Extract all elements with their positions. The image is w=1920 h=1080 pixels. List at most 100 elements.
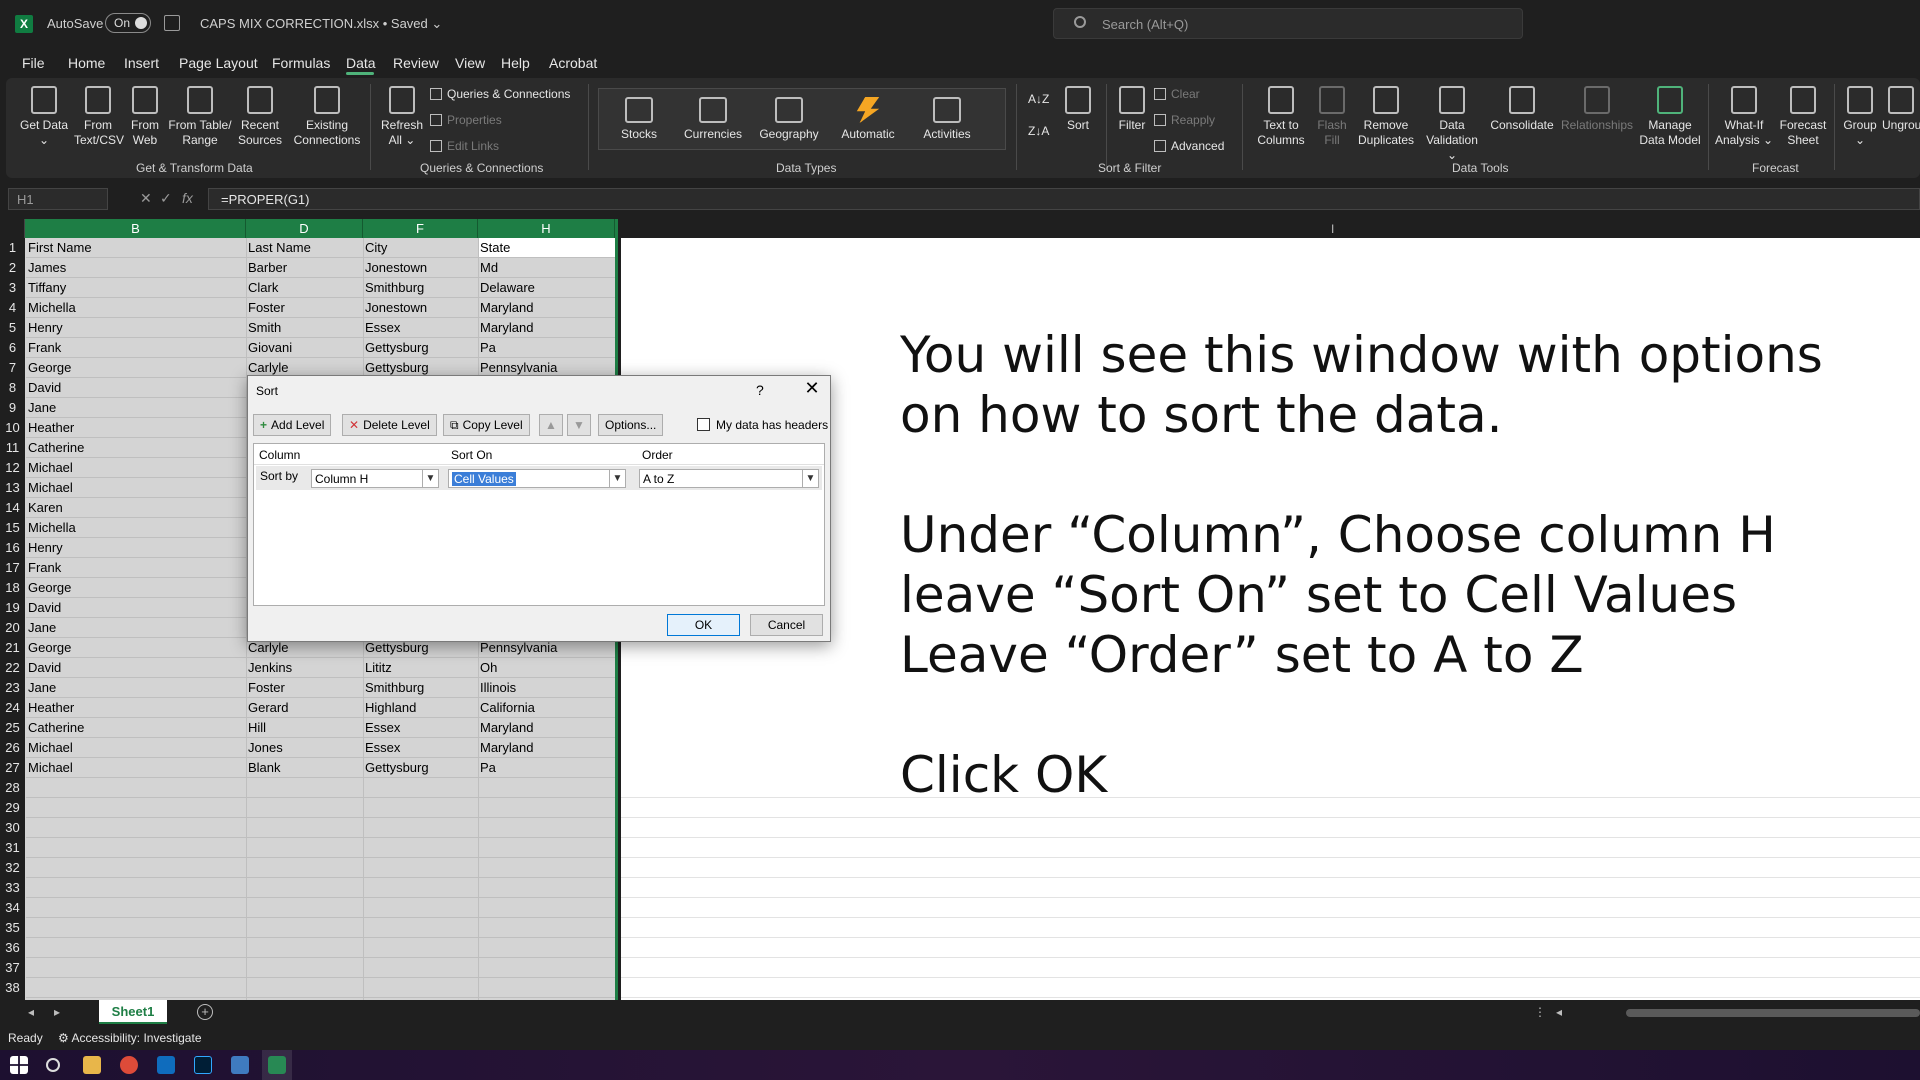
- table-cell[interactable]: Michael: [26, 758, 246, 778]
- table-cell[interactable]: Jane: [26, 618, 246, 638]
- search-input[interactable]: Search (Alt+Q): [1053, 8, 1523, 39]
- insert-function-icon[interactable]: fx: [182, 190, 193, 206]
- tab-insert[interactable]: Insert: [124, 55, 159, 71]
- row-header[interactable]: 3: [0, 278, 25, 298]
- tab-view[interactable]: View: [455, 55, 485, 71]
- scroll-sheets-left-icon[interactable]: ◂: [28, 1005, 34, 1019]
- row-header[interactable]: 26: [0, 738, 25, 758]
- cancel-icon[interactable]: ✕: [140, 190, 152, 207]
- table-cell[interactable]: Michael: [26, 738, 246, 758]
- table-cell[interactable]: California: [478, 698, 615, 718]
- table-cell[interactable]: George: [26, 578, 246, 598]
- table-cell[interactable]: Foster: [246, 678, 363, 698]
- table-cell[interactable]: Heather: [26, 698, 246, 718]
- tab-acrobat[interactable]: Acrobat: [549, 55, 597, 71]
- automatic-button[interactable]: Automatic: [835, 97, 901, 141]
- row-header[interactable]: 17: [0, 558, 25, 578]
- table-cell[interactable]: George: [26, 358, 246, 378]
- column-header-f[interactable]: F: [363, 219, 478, 238]
- clear-filter-button[interactable]: Clear: [1154, 87, 1200, 101]
- sort-on-select[interactable]: Cell Values ▼: [448, 469, 626, 488]
- cancel-button[interactable]: Cancel: [750, 614, 823, 636]
- move-up-button[interactable]: ▲: [539, 414, 563, 436]
- table-cell[interactable]: Maryland: [478, 718, 615, 738]
- row-header[interactable]: 25: [0, 718, 25, 738]
- table-cell[interactable]: Delaware: [478, 278, 615, 298]
- row-header[interactable]: 5: [0, 318, 25, 338]
- row-header[interactable]: 9: [0, 398, 25, 418]
- row-header[interactable]: 21: [0, 638, 25, 658]
- sort-level-row[interactable]: Sort by Column H ▼ Cell Values ▼ A to Z …: [256, 466, 822, 490]
- table-cell[interactable]: Essex: [363, 738, 478, 758]
- table-cell[interactable]: Henry: [26, 318, 246, 338]
- activities-button[interactable]: Activities: [915, 97, 979, 141]
- table-cell[interactable]: Catherine: [26, 438, 246, 458]
- table-cell[interactable]: David: [26, 598, 246, 618]
- table-cell[interactable]: State: [478, 238, 615, 258]
- headers-checkbox[interactable]: [697, 418, 710, 431]
- tab-page-layout[interactable]: Page Layout: [179, 55, 258, 71]
- row-header[interactable]: 37: [0, 958, 25, 978]
- order-select[interactable]: A to Z ▼: [639, 469, 819, 488]
- photoshop-icon[interactable]: [194, 1056, 212, 1074]
- row-header[interactable]: 11: [0, 438, 25, 458]
- row-header[interactable]: 28: [0, 778, 25, 798]
- properties-button[interactable]: Properties: [430, 113, 502, 127]
- options-button[interactable]: Options...: [598, 414, 664, 436]
- row-header[interactable]: 1: [0, 238, 25, 258]
- table-cell[interactable]: Frank: [26, 338, 246, 358]
- reapply-button[interactable]: Reapply: [1154, 113, 1215, 127]
- sort-a-to-z-button[interactable]: A↓Z: [1028, 92, 1049, 106]
- existing-connections-button[interactable]: Existing Connections: [290, 86, 364, 148]
- row-header[interactable]: 18: [0, 578, 25, 598]
- row-header[interactable]: 31: [0, 838, 25, 858]
- from-table-range-button[interactable]: From Table/ Range: [168, 86, 232, 148]
- scroll-sheets-right-icon[interactable]: ▸: [54, 1005, 60, 1019]
- ok-button[interactable]: OK: [667, 614, 740, 636]
- table-cell[interactable]: James: [26, 258, 246, 278]
- table-cell[interactable]: Giovani: [246, 338, 363, 358]
- column-header-b[interactable]: B: [26, 219, 246, 238]
- row-header[interactable]: 34: [0, 898, 25, 918]
- row-header[interactable]: 19: [0, 598, 25, 618]
- relationships-button[interactable]: Relationships: [1558, 86, 1636, 133]
- row-header[interactable]: 32: [0, 858, 25, 878]
- copy-level-button[interactable]: ⧉ Copy Level: [443, 414, 530, 436]
- move-down-button[interactable]: ▼: [567, 414, 591, 436]
- add-sheet-button[interactable]: +: [197, 1004, 213, 1020]
- windows-start-icon[interactable]: [10, 1056, 28, 1074]
- tab-data[interactable]: Data: [346, 55, 376, 71]
- flash-fill-button[interactable]: Flash Fill: [1312, 86, 1352, 148]
- table-cell[interactable]: David: [26, 378, 246, 398]
- table-cell[interactable]: Foster: [246, 298, 363, 318]
- row-header[interactable]: 4: [0, 298, 25, 318]
- row-header[interactable]: 6: [0, 338, 25, 358]
- table-cell[interactable]: Maryland: [478, 318, 615, 338]
- autosave-toggle[interactable]: On: [105, 13, 151, 33]
- delete-level-button[interactable]: ✕ Delete Level: [342, 414, 437, 436]
- chrome-icon[interactable]: [120, 1056, 138, 1074]
- more-options-icon[interactable]: ⋮: [1534, 1005, 1546, 1019]
- table-cell[interactable]: Jane: [26, 398, 246, 418]
- row-header[interactable]: 20: [0, 618, 25, 638]
- refresh-all-button[interactable]: Refresh All ⌄: [378, 86, 426, 148]
- scroll-left-icon[interactable]: ◂: [1556, 1005, 1562, 1019]
- table-cell[interactable]: Hill: [246, 718, 363, 738]
- row-header[interactable]: 2: [0, 258, 25, 278]
- ungroup-button[interactable]: Ungroup ⌄: [1882, 86, 1920, 133]
- advanced-filter-button[interactable]: Advanced: [1154, 139, 1224, 153]
- table-cell[interactable]: City: [363, 238, 478, 258]
- enter-icon[interactable]: ✓: [160, 190, 172, 207]
- headers-checkbox-label[interactable]: My data has headers: [716, 418, 828, 432]
- table-cell[interactable]: Barber: [246, 258, 363, 278]
- row-header[interactable]: 27: [0, 758, 25, 778]
- table-cell[interactable]: Gettysburg: [363, 758, 478, 778]
- row-header[interactable]: 13: [0, 478, 25, 498]
- row-header[interactable]: 36: [0, 938, 25, 958]
- data-validation-button[interactable]: Data Validation ⌄: [1420, 86, 1484, 163]
- table-cell[interactable]: First Name: [26, 238, 246, 258]
- table-cell[interactable]: George: [26, 638, 246, 658]
- outlook-icon[interactable]: [157, 1056, 175, 1074]
- row-header[interactable]: 10: [0, 418, 25, 438]
- recent-sources-button[interactable]: Recent Sources: [234, 86, 286, 148]
